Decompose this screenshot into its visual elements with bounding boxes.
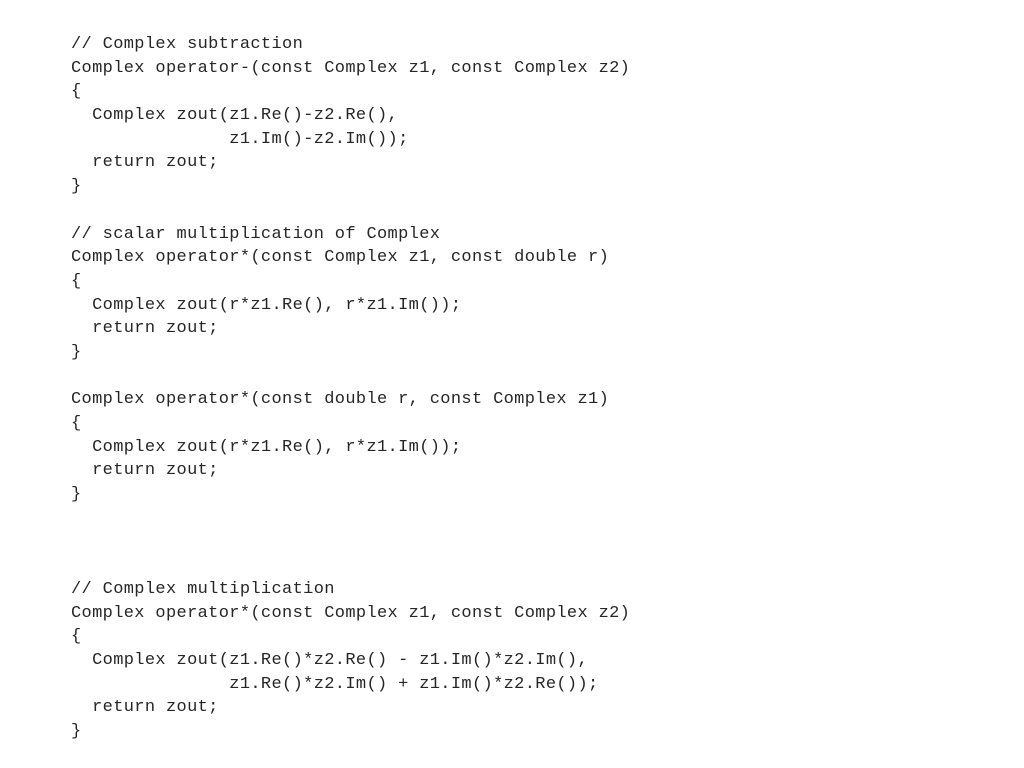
code-line: Complex operator*(const Complex z1, cons…: [71, 603, 631, 623]
code-line: {: [71, 82, 82, 102]
code-line: {: [71, 627, 82, 647]
code-line: Complex zout(r*z1.Re(), r*z1.Im());: [71, 295, 462, 315]
code-line: {: [71, 271, 82, 291]
code-line: }: [71, 342, 82, 362]
code-line: Complex zout(z1.Re()-z2.Re(),: [71, 106, 399, 126]
code-line: }: [71, 177, 82, 197]
code-line: {: [71, 414, 82, 433]
code-line: Complex operator-(const Complex z1, cons…: [71, 58, 631, 78]
code-line: // Complex subtraction: [71, 35, 304, 54]
code-listing: // Complex subtraction Complex operator-(…: [71, 33, 1001, 744]
code-line: }: [71, 485, 82, 505]
code-line: // Complex multiplication: [71, 579, 335, 599]
code-line: // scalar multiplication of Complex: [71, 224, 441, 244]
code-line: Complex zout(z1.Re()*z2.Re() - z1.Im()*z…: [71, 650, 589, 670]
code-line: return zout;: [71, 319, 219, 339]
code-line: Complex zout(r*z1.Re(), r*z1.Im());: [71, 437, 462, 457]
code-line: return zout;: [71, 461, 219, 481]
code-line: z1.Im()-z2.Im());: [71, 129, 409, 149]
code-line: Complex operator*(const double r, const …: [71, 390, 610, 410]
code-line: z1.Re()*z2.Im() + z1.Im()*z2.Re());: [71, 674, 599, 694]
code-line: }: [71, 721, 82, 741]
code-line: return zout;: [71, 698, 219, 718]
code-line: Complex operator*(const Complex z1, cons…: [71, 248, 610, 268]
code-line: return zout;: [71, 153, 219, 173]
